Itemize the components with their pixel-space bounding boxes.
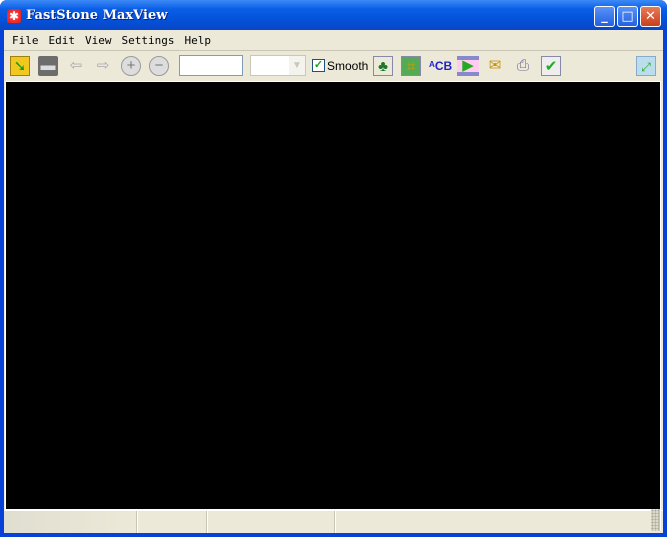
menu-bar: File Edit View Settings Help xyxy=(4,30,663,51)
forward-arrow-icon[interactable]: ⇨ xyxy=(93,56,113,76)
crop-icon[interactable]: ⌗ xyxy=(401,56,421,76)
back-arrow-icon[interactable]: ⇦ xyxy=(66,56,86,76)
resize-image-icon[interactable]: ♣ xyxy=(373,56,393,76)
open-folder-icon[interactable]: ➘ xyxy=(10,56,30,76)
toolbar: ➘ ▬ ⇦ ⇨ + − ▼ ✓ Smooth ♣ ⌗ ᴬCB ▶ ✉ ⎙ ✔ ⤢ xyxy=(4,52,663,80)
zoom-combo[interactable]: ▼ xyxy=(250,55,306,76)
menu-help[interactable]: Help xyxy=(180,34,217,47)
window-title: FastStone MaxView xyxy=(26,8,168,23)
menu-settings[interactable]: Settings xyxy=(118,34,181,47)
app-window: ✱ FastStone MaxView _ □ ✕ File Edit View… xyxy=(0,0,667,537)
zoom-input[interactable] xyxy=(179,55,243,76)
smooth-label[interactable]: Smooth xyxy=(327,59,368,73)
status-bar xyxy=(4,509,663,533)
maximize-button[interactable]: □ xyxy=(617,6,638,27)
title-bar[interactable]: ✱ FastStone MaxView _ □ ✕ xyxy=(0,0,667,30)
menu-file[interactable]: File xyxy=(8,34,45,47)
chevron-down-icon[interactable]: ▼ xyxy=(289,56,305,75)
close-button[interactable]: ✕ xyxy=(640,6,661,27)
settings-check-icon[interactable]: ✔ xyxy=(541,56,561,76)
zoom-out-icon[interactable]: − xyxy=(149,56,169,76)
print-icon[interactable]: ⎙ xyxy=(513,56,533,76)
slideshow-icon[interactable]: ▶ xyxy=(457,56,479,76)
save-icon[interactable]: ▬ xyxy=(38,56,58,76)
image-view[interactable] xyxy=(5,81,661,510)
app-icon[interactable]: ✱ xyxy=(7,9,21,23)
status-panel-1 xyxy=(4,511,138,533)
zoom-in-icon[interactable]: + xyxy=(121,56,141,76)
email-icon[interactable]: ✉ xyxy=(485,56,505,76)
menu-view[interactable]: View xyxy=(81,34,118,47)
fullscreen-icon[interactable]: ⤢ xyxy=(636,56,656,76)
status-panel-3 xyxy=(208,511,336,533)
status-panel-2 xyxy=(138,511,208,533)
client-area: File Edit View Settings Help ➘ ▬ ⇦ ⇨ + −… xyxy=(4,30,663,533)
text-icon[interactable]: ᴬCB xyxy=(429,56,452,76)
minimize-button[interactable]: _ xyxy=(594,6,615,27)
status-panel-4 xyxy=(336,511,663,533)
menu-edit[interactable]: Edit xyxy=(45,34,82,47)
smooth-checkbox[interactable]: ✓ xyxy=(312,59,325,72)
resize-grip-icon[interactable] xyxy=(651,509,661,531)
